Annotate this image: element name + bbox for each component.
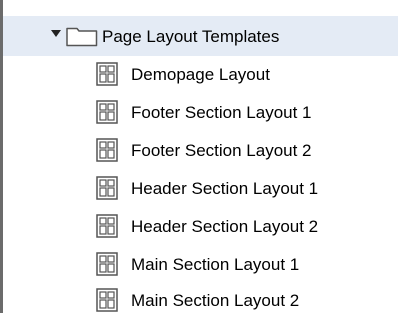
tree-item-label: Header Section Layout 2 <box>131 217 319 236</box>
tree-item-header-section-layout-2[interactable]: Header Section Layout 2 <box>3 208 398 246</box>
layout-template-icon <box>96 100 118 124</box>
folder-icon <box>66 27 98 47</box>
tree-item-label: Main Section Layout 2 <box>131 291 300 310</box>
layout-tree: Page Layout Templates Demopage Layout Fo… <box>0 0 398 313</box>
tree-item-footer-section-layout-1[interactable]: Footer Section Layout 1 <box>3 94 398 132</box>
tree-item-label: Footer Section Layout 1 <box>131 103 312 122</box>
tree-folder-page-layout-templates[interactable]: Page Layout Templates <box>3 16 398 56</box>
tree-item-header-section-layout-1[interactable]: Header Section Layout 1 <box>3 170 398 208</box>
layout-template-icon <box>96 62 118 86</box>
layout-template-icon <box>96 214 118 238</box>
tree-item-demopage-layout[interactable]: Demopage Layout <box>3 56 398 94</box>
layout-template-icon <box>96 252 118 276</box>
layout-template-icon <box>96 138 118 162</box>
tree-item-label: Header Section Layout 1 <box>131 179 319 198</box>
tree-folder-label: Page Layout Templates <box>102 27 280 46</box>
layout-template-icon <box>96 288 118 312</box>
tree-item-label: Demopage Layout <box>131 65 270 84</box>
tree-item-label: Footer Section Layout 2 <box>131 141 312 160</box>
tree-item-footer-section-layout-2[interactable]: Footer Section Layout 2 <box>3 132 398 170</box>
tree-item-main-section-layout-1[interactable]: Main Section Layout 1 <box>3 246 398 284</box>
layout-template-icon <box>96 176 118 200</box>
tree-item-main-section-layout-2[interactable]: Main Section Layout 2 <box>3 282 398 320</box>
expand-arrow-icon[interactable] <box>51 30 61 37</box>
tree-item-label: Main Section Layout 1 <box>131 255 300 274</box>
